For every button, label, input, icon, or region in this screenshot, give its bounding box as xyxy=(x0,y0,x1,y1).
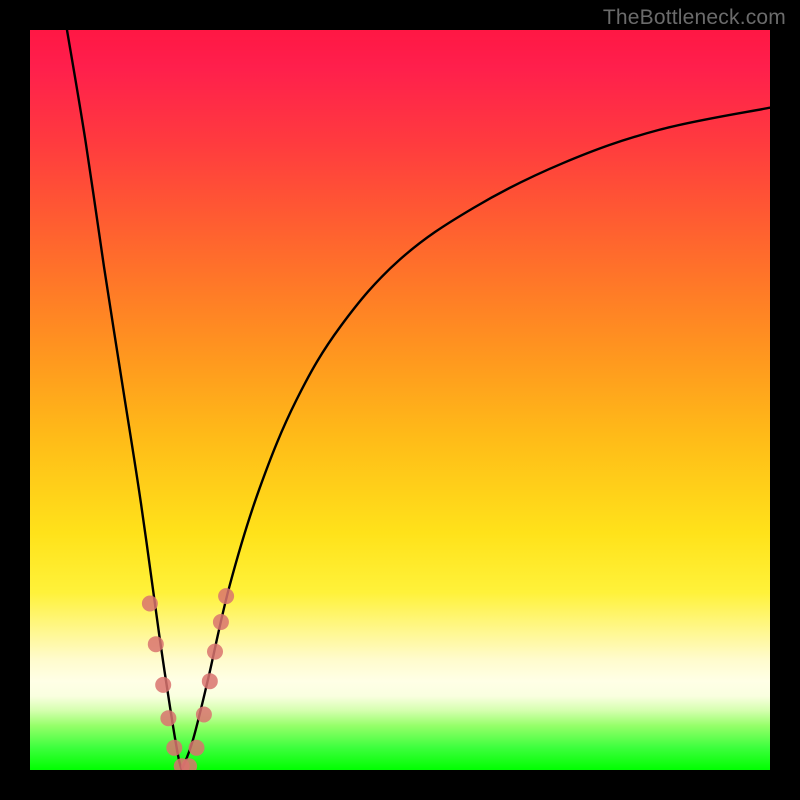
plot-area xyxy=(30,30,770,770)
severity-gradient-background xyxy=(30,30,770,770)
chart-frame: TheBottleneck.com xyxy=(0,0,800,800)
watermark-text: TheBottleneck.com xyxy=(603,6,786,30)
